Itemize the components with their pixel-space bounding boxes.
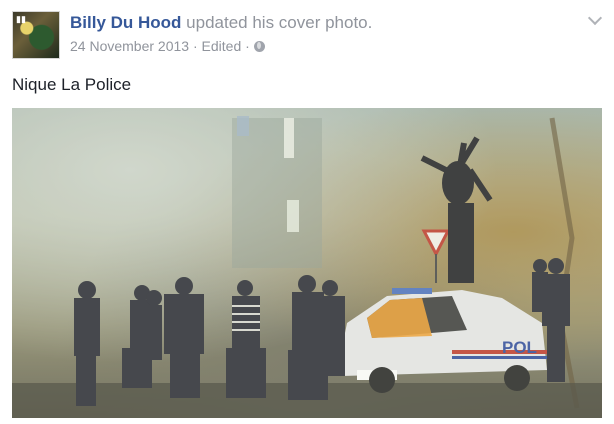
chevron-down-icon[interactable]	[587, 10, 603, 26]
post-text: Nique La Police	[12, 75, 132, 94]
avatar[interactable]: ▮▮	[12, 11, 60, 59]
separator: ·	[189, 38, 202, 54]
separator: ·	[241, 38, 254, 54]
headline: Billy Du Hood updated his cover photo.	[70, 12, 372, 34]
globe-icon[interactable]	[253, 41, 265, 52]
cover-photo[interactable]: POL	[12, 108, 602, 418]
riot-scene-image: POL	[12, 108, 602, 418]
post-subline: 24 November 2013 · Edited ·	[70, 37, 372, 55]
post-date-link[interactable]: 24 November 2013	[70, 38, 189, 54]
smoke-haze	[12, 108, 602, 418]
post-header: ▮▮ Billy Du Hood updated his cover photo…	[12, 10, 603, 61]
avatar-overlay-icon: ▮▮	[16, 14, 26, 24]
post-action-text: updated his cover photo.	[181, 13, 373, 32]
post-meta: Billy Du Hood updated his cover photo. 2…	[70, 12, 372, 55]
edited-link[interactable]: Edited	[202, 38, 242, 54]
author-name-link[interactable]: Billy Du Hood	[70, 13, 181, 32]
